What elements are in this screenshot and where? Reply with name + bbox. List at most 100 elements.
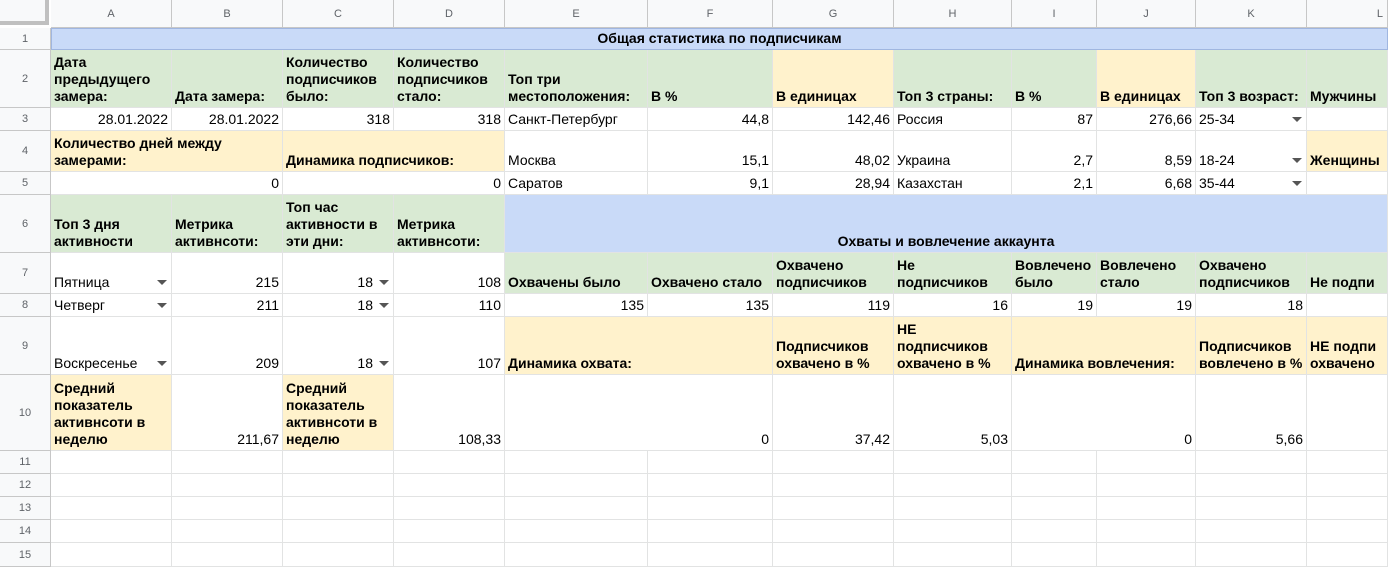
chevron-down-icon[interactable] bbox=[157, 280, 167, 285]
chevron-down-icon[interactable] bbox=[1292, 158, 1302, 163]
col-header-k[interactable]: K bbox=[1196, 0, 1307, 28]
cell-g4[interactable]: 48,02 bbox=[773, 131, 894, 172]
cell-a9-dropdown[interactable]: Воскресенье bbox=[51, 317, 172, 375]
cell-e3[interactable]: Санкт-Петербург bbox=[505, 108, 648, 131]
row-header-1[interactable]: 1 bbox=[0, 28, 51, 50]
cell-j7[interactable]: Вовлечено стало bbox=[1097, 253, 1196, 294]
empty-cell[interactable] bbox=[172, 451, 283, 474]
cell-h5[interactable]: Казахстан bbox=[894, 172, 1012, 195]
spreadsheet-grid[interactable]: A B C D E F G H I J K L 1 2 3 4 5 6 7 8 … bbox=[0, 0, 1388, 567]
empty-cell[interactable] bbox=[1307, 451, 1388, 474]
cell-h8[interactable]: 16 bbox=[894, 294, 1012, 317]
row-header-3[interactable]: 3 bbox=[0, 108, 51, 131]
empty-cell[interactable] bbox=[894, 474, 1012, 497]
row-header-14[interactable]: 14 bbox=[0, 520, 51, 543]
cell-e9[interactable]: Динамика охвата: bbox=[505, 317, 773, 375]
cell-d3[interactable]: 318 bbox=[394, 108, 505, 131]
cell-a3[interactable]: 28.01.2022 bbox=[51, 108, 172, 131]
cell-b2[interactable]: Дата замера: bbox=[172, 50, 283, 108]
empty-cell[interactable] bbox=[1196, 543, 1307, 567]
col-header-l[interactable]: L bbox=[1307, 0, 1388, 28]
empty-cell[interactable] bbox=[394, 543, 505, 567]
cell-e6-section-title[interactable]: Охваты и вовлечение аккаунта bbox=[505, 195, 1388, 253]
empty-cell[interactable] bbox=[505, 543, 648, 567]
cell-d9[interactable]: 107 bbox=[394, 317, 505, 375]
cell-k8[interactable]: 18 bbox=[1196, 294, 1307, 317]
cell-b8[interactable]: 211 bbox=[172, 294, 283, 317]
cell-k3-dropdown[interactable]: 25-34 bbox=[1196, 108, 1307, 131]
cell-g3[interactable]: 142,46 bbox=[773, 108, 894, 131]
empty-cell[interactable] bbox=[505, 497, 648, 520]
row-header-15[interactable]: 15 bbox=[0, 543, 51, 567]
cell-j5[interactable]: 6,68 bbox=[1097, 172, 1196, 195]
cell-i4[interactable]: 2,7 bbox=[1012, 131, 1097, 172]
col-header-f[interactable]: F bbox=[648, 0, 773, 28]
cell-f8[interactable]: 135 bbox=[648, 294, 773, 317]
empty-cell[interactable] bbox=[1012, 474, 1097, 497]
cell-a7-dropdown[interactable]: Пятница bbox=[51, 253, 172, 294]
cell-a8-dropdown[interactable]: Четверг bbox=[51, 294, 172, 317]
cell-k9[interactable]: Подписчиков вовлечено в % bbox=[1196, 317, 1307, 375]
cell-d10[interactable]: 108,33 bbox=[394, 375, 505, 451]
empty-cell[interactable] bbox=[51, 451, 172, 474]
cell-c4[interactable]: Динамика подписчиков: bbox=[283, 131, 505, 172]
cell-e4[interactable]: Москва bbox=[505, 131, 648, 172]
empty-cell[interactable] bbox=[1307, 520, 1388, 543]
empty-cell[interactable] bbox=[505, 451, 648, 474]
empty-cell[interactable] bbox=[1196, 520, 1307, 543]
chevron-down-icon[interactable] bbox=[157, 303, 167, 308]
empty-cell[interactable] bbox=[283, 497, 394, 520]
cell-c3[interactable]: 318 bbox=[283, 108, 394, 131]
cell-c9-dropdown[interactable]: 18 bbox=[283, 317, 394, 375]
empty-cell[interactable] bbox=[1097, 543, 1196, 567]
empty-cell[interactable] bbox=[1012, 520, 1097, 543]
cell-a10[interactable]: Средний показатель активнсоти в неделю bbox=[51, 375, 172, 451]
row-header-7[interactable]: 7 bbox=[0, 253, 51, 294]
empty-cell[interactable] bbox=[648, 543, 773, 567]
empty-cell[interactable] bbox=[394, 520, 505, 543]
cell-d8[interactable]: 110 bbox=[394, 294, 505, 317]
row-header-12[interactable]: 12 bbox=[0, 474, 51, 497]
cell-a4[interactable]: Количество дней между замерами: bbox=[51, 131, 283, 172]
empty-cell[interactable] bbox=[894, 520, 1012, 543]
cell-g10[interactable]: 37,42 bbox=[773, 375, 894, 451]
cell-e5[interactable]: Саратов bbox=[505, 172, 648, 195]
cell-i8[interactable]: 19 bbox=[1012, 294, 1097, 317]
row-header-6[interactable]: 6 bbox=[0, 195, 51, 253]
empty-cell[interactable] bbox=[648, 520, 773, 543]
cell-l9[interactable]: НЕ подпи охвачено bbox=[1307, 317, 1388, 375]
cell-c6[interactable]: Топ час активности в эти дни: bbox=[283, 195, 394, 253]
cell-l8[interactable] bbox=[1307, 294, 1388, 317]
cell-h3[interactable]: Россия bbox=[894, 108, 1012, 131]
cell-j4[interactable]: 8,59 bbox=[1097, 131, 1196, 172]
col-header-i[interactable]: I bbox=[1012, 0, 1097, 28]
cell-l4[interactable]: Женщины bbox=[1307, 131, 1388, 172]
empty-cell[interactable] bbox=[773, 520, 894, 543]
empty-cell[interactable] bbox=[1196, 474, 1307, 497]
cell-i5[interactable]: 2,1 bbox=[1012, 172, 1097, 195]
empty-cell[interactable] bbox=[394, 497, 505, 520]
empty-cell[interactable] bbox=[505, 520, 648, 543]
col-header-d[interactable]: D bbox=[394, 0, 505, 28]
row-header-11[interactable]: 11 bbox=[0, 451, 51, 474]
cell-k2[interactable]: Топ 3 возраст: bbox=[1196, 50, 1307, 108]
cell-h2[interactable]: Топ 3 страны: bbox=[894, 50, 1012, 108]
empty-cell[interactable] bbox=[1012, 497, 1097, 520]
cell-k4-dropdown[interactable]: 18-24 bbox=[1196, 131, 1307, 172]
empty-cell[interactable] bbox=[172, 543, 283, 567]
cell-k10[interactable]: 5,66 bbox=[1196, 375, 1307, 451]
chevron-down-icon[interactable] bbox=[157, 361, 167, 366]
chevron-down-icon[interactable] bbox=[1292, 181, 1302, 186]
empty-cell[interactable] bbox=[648, 451, 773, 474]
cell-l3[interactable] bbox=[1307, 108, 1388, 131]
row-header-2[interactable]: 2 bbox=[0, 50, 51, 108]
cell-g7[interactable]: Охвачено подписчиков bbox=[773, 253, 894, 294]
chevron-down-icon[interactable] bbox=[379, 361, 389, 366]
empty-cell[interactable] bbox=[51, 520, 172, 543]
cell-e8[interactable]: 135 bbox=[505, 294, 648, 317]
cell-e10[interactable]: 0 bbox=[505, 375, 773, 451]
empty-cell[interactable] bbox=[648, 474, 773, 497]
cell-e7[interactable]: Охвачены было bbox=[505, 253, 648, 294]
empty-cell[interactable] bbox=[172, 474, 283, 497]
cell-h7[interactable]: Не подписчиков bbox=[894, 253, 1012, 294]
